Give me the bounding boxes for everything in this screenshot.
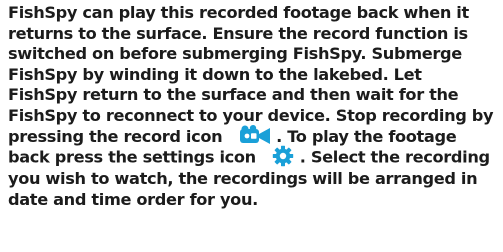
text-line: FishSpy can play this recorded footage b… xyxy=(8,3,469,22)
text-segment: . Select the recording xyxy=(299,147,490,167)
text-line-with-settings-icon: back press the settings icon . Select th… xyxy=(8,145,502,169)
text-line: date and time order for you. xyxy=(8,189,258,209)
text-line: FishSpy return to the surface and then w… xyxy=(8,85,459,105)
text-line: FishSpy to reconnect to your device. Sto… xyxy=(8,105,494,125)
text-line: switched on before submerging FishSpy. S… xyxy=(8,44,462,64)
video-camera-record-icon xyxy=(239,125,271,145)
text-line: you wish to watch, the recordings will b… xyxy=(8,169,478,189)
gear-settings-icon xyxy=(272,145,294,167)
text-line: FishSpy by winding it down to the lakebe… xyxy=(8,64,422,84)
text-segment: . To play the footage xyxy=(276,126,457,146)
text-line-with-record-icon: pressing the record icon . To play the f… xyxy=(8,125,502,148)
instructions-paragraph: FishSpy can play this recorded footage b… xyxy=(8,3,502,210)
text-segment: back press the settings icon xyxy=(8,147,256,167)
text-line: returns to the surface. Ensure the recor… xyxy=(8,23,468,43)
text-segment: pressing the record icon xyxy=(8,126,223,146)
